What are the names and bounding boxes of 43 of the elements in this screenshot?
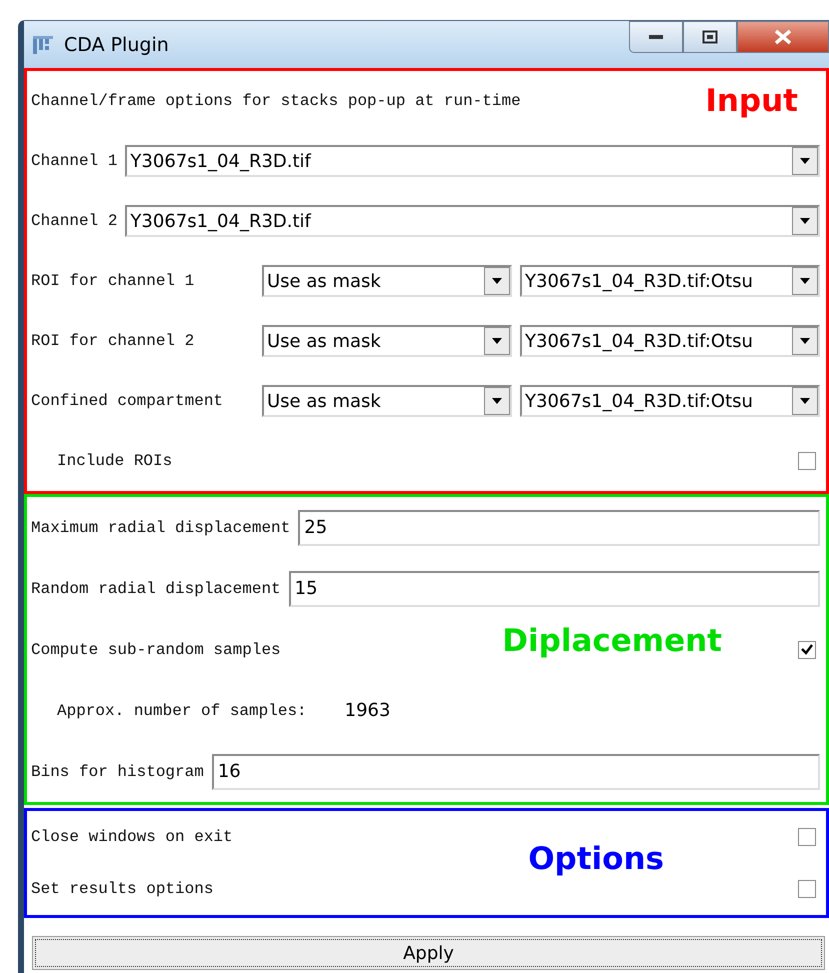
field-label: ROI for channel 1 bbox=[31, 272, 194, 290]
maximize-button[interactable] bbox=[683, 21, 737, 53]
close-button[interactable] bbox=[737, 21, 829, 53]
field-label: Channel 1 bbox=[31, 152, 118, 170]
section-annotation: Input bbox=[705, 83, 798, 119]
app-icon bbox=[32, 34, 54, 56]
checkbox[interactable] bbox=[798, 828, 816, 846]
maximize-icon bbox=[702, 30, 718, 44]
caret-icon bbox=[492, 278, 502, 284]
section-annotation: Diplacement bbox=[502, 623, 722, 659]
section-annotation: Options bbox=[528, 841, 664, 877]
caret-icon bbox=[800, 398, 810, 404]
field-label: Bins for histogram bbox=[31, 762, 204, 780]
window-title: CDA Plugin bbox=[64, 34, 170, 56]
checkbox-label: Include ROIs bbox=[56, 452, 172, 470]
field-label: Random radial displacement bbox=[31, 580, 281, 598]
caret-icon bbox=[800, 338, 810, 344]
info-value: 1963 bbox=[344, 700, 390, 721]
caret-icon bbox=[800, 158, 810, 164]
minimize-icon bbox=[648, 34, 664, 40]
checkbox-label: Close windows on exit bbox=[31, 828, 233, 846]
input-field[interactable]: 15 bbox=[288, 570, 820, 606]
checkbox[interactable] bbox=[798, 640, 816, 658]
checkbox-label: Compute sub-random samples bbox=[31, 640, 281, 658]
caret-icon bbox=[800, 218, 810, 224]
input-field[interactable]: 16 bbox=[212, 754, 820, 790]
caret-icon bbox=[492, 398, 502, 404]
field-label: Channel 2 bbox=[31, 212, 118, 230]
minimize-button[interactable] bbox=[629, 21, 683, 53]
checkbox[interactable] bbox=[798, 452, 816, 470]
caret-icon bbox=[800, 278, 810, 284]
check-icon bbox=[801, 644, 813, 655]
input-field[interactable]: 25 bbox=[298, 510, 820, 546]
checkbox-label: Set results options bbox=[31, 880, 214, 898]
checkbox[interactable] bbox=[798, 880, 816, 898]
instruction-text: Channel/frame options for stacks pop-up at run-time bbox=[31, 92, 521, 110]
info-label: Approx. number of samples: bbox=[56, 702, 307, 720]
close-icon bbox=[774, 29, 792, 45]
field-label: ROI for channel 2 bbox=[31, 332, 194, 350]
field-label: Maximum radial displacement bbox=[31, 518, 290, 536]
field-label: Confined compartment bbox=[31, 392, 224, 410]
apply-button[interactable]: Apply bbox=[32, 936, 825, 970]
caret-icon bbox=[492, 338, 502, 344]
